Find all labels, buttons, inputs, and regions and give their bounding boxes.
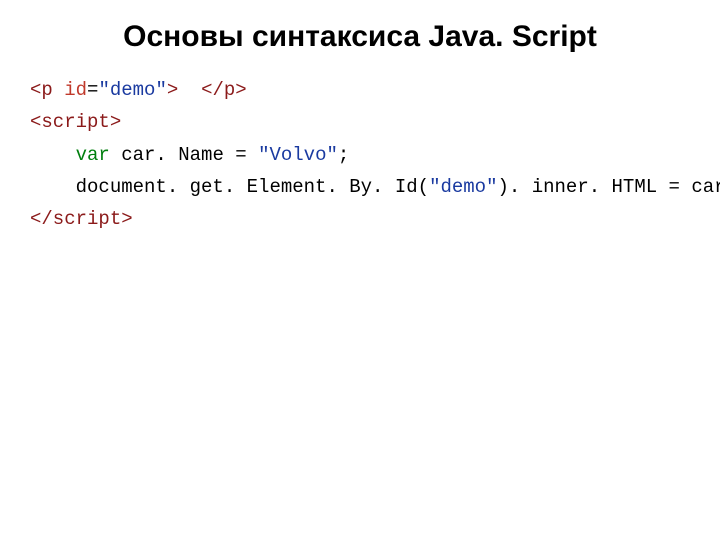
code-block: <p id="demo"> </p> <script> var car. Nam… [30,74,690,235]
sp [178,79,201,101]
attr-val: "demo" [98,79,166,101]
tag-p-close: </p> [201,79,247,101]
tag-open: <p [30,79,53,101]
slide: Основы синтаксиса Java. Script <p id="de… [0,0,720,540]
attr: id [53,79,87,101]
tag-script-close: </scr [30,208,87,230]
slide-title: Основы синтаксиса Java. Script [30,20,690,54]
tag-close: > [167,79,178,101]
kw-var: var [76,144,110,166]
eq: = [87,79,98,101]
tag-script-open: <script> [30,111,121,133]
str: "demo" [429,176,497,198]
indent [30,176,76,198]
txt: car. Name = [110,144,258,166]
indent [30,144,76,166]
str: "Volvo" [258,144,338,166]
txt: ). inner. HTML = car. Name; [498,176,720,198]
tag-script-close2: ipt> [87,208,133,230]
txt: document. get. Element. By. Id( [76,176,429,198]
semi: ; [338,144,349,166]
